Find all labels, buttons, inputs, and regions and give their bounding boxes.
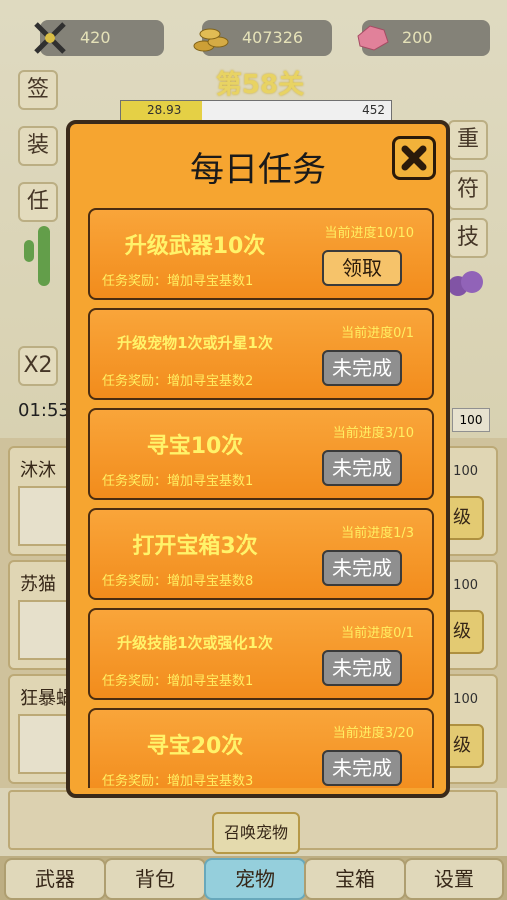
task-card: 寻宝10次 当前进度3/10 任务奖励：增加寻宝基数1 未完成 xyxy=(88,408,434,500)
task-progress: 当前进度10/10 xyxy=(324,226,414,241)
task-card: 升级技能1次或强化1次 当前进度0/1 任务奖励：增加寻宝基数1 未完成 xyxy=(88,608,434,700)
task-progress: 当前进度0/1 xyxy=(341,626,414,641)
close-icon xyxy=(401,145,427,171)
incomplete-button[interactable]: 未完成 xyxy=(322,350,402,386)
task-name: 升级技能1次或强化1次 xyxy=(117,634,273,652)
task-reward: 任务奖励：增加寻宝基数1 xyxy=(102,674,254,689)
task-name: 升级武器10次 xyxy=(124,234,266,259)
incomplete-button[interactable]: 未完成 xyxy=(322,550,402,586)
task-card: 升级武器10次 当前进度10/10 任务奖励：增加寻宝基数1 领取 xyxy=(88,208,434,300)
task-name: 寻宝20次 xyxy=(146,734,244,759)
task-progress: 当前进度3/20 xyxy=(332,726,414,741)
task-reward: 任务奖励：增加寻宝基数3 xyxy=(102,774,254,788)
task-card: 打开宝箱3次 当前进度1/3 任务奖励：增加寻宝基数8 未完成 xyxy=(88,508,434,600)
task-progress: 当前进度1/3 xyxy=(341,526,414,541)
task-reward: 任务奖励：增加寻宝基数2 xyxy=(102,374,254,389)
task-name: 寻宝10次 xyxy=(146,434,244,459)
task-reward: 任务奖励：增加寻宝基数1 xyxy=(102,274,254,289)
task-name: 升级宠物1次或升星1次 xyxy=(117,334,273,352)
task-progress: 当前进度0/1 xyxy=(341,326,414,341)
dialog-title: 每日任务 xyxy=(190,150,326,190)
task-name: 打开宝箱3次 xyxy=(132,534,258,559)
task-progress: 当前进度3/10 xyxy=(332,426,414,441)
claim-button[interactable]: 领取 xyxy=(322,250,402,286)
task-card: 寻宝20次 当前进度3/20 任务奖励：增加寻宝基数3 未完成 xyxy=(88,708,434,788)
task-reward: 任务奖励：增加寻宝基数1 xyxy=(102,474,254,489)
task-card: 升级宠物1次或升星1次 当前进度0/1 任务奖励：增加寻宝基数2 未完成 xyxy=(88,308,434,400)
incomplete-button[interactable]: 未完成 xyxy=(322,750,402,786)
task-list: 升级武器10次 当前进度10/10 任务奖励：增加寻宝基数1 领取 升级宠物1次… xyxy=(88,208,434,788)
daily-tasks-dialog: 每日任务 升级武器10次 当前进度10/10 任务奖励：增加寻宝基数1 领取 升… xyxy=(66,120,450,798)
incomplete-button[interactable]: 未完成 xyxy=(322,650,402,686)
incomplete-button[interactable]: 未完成 xyxy=(322,450,402,486)
task-reward: 任务奖励：增加寻宝基数8 xyxy=(102,574,254,589)
close-button[interactable] xyxy=(392,136,436,180)
